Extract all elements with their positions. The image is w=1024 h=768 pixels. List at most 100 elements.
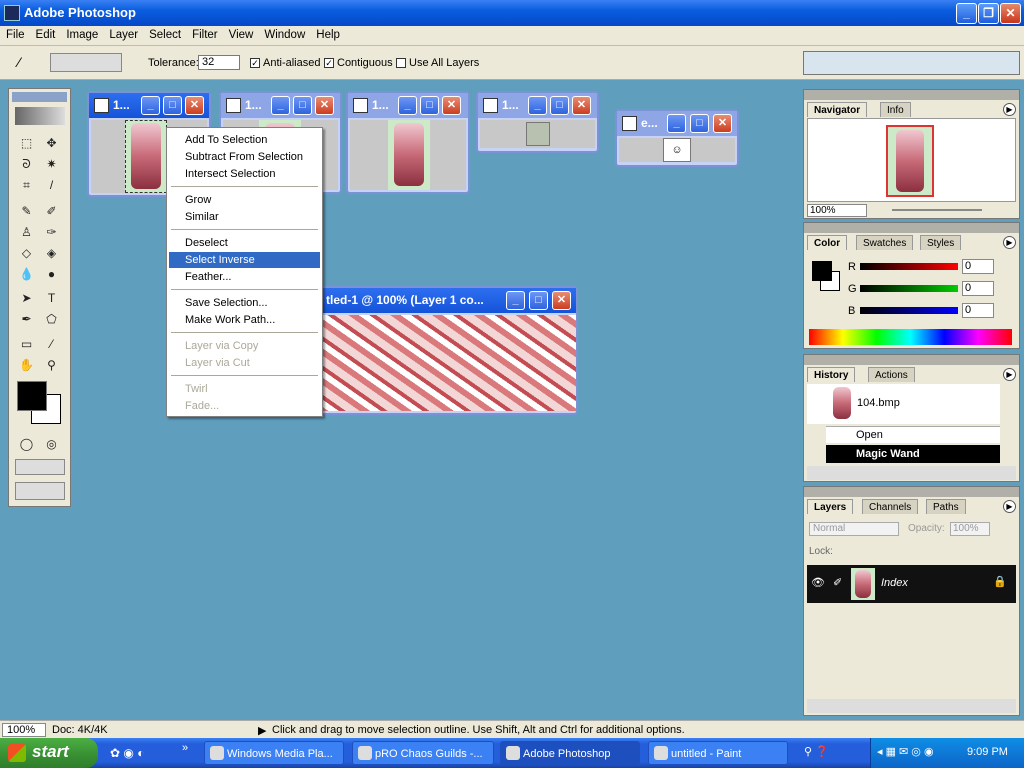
document-canvas[interactable]: ☺ bbox=[619, 138, 735, 162]
menu-item-feather[interactable]: Feather... bbox=[169, 269, 320, 285]
maximize-icon[interactable]: □ bbox=[550, 96, 569, 115]
minimize-icon[interactable]: _ bbox=[506, 291, 525, 310]
start-button[interactable]: start bbox=[0, 738, 98, 768]
menu-item-deselect[interactable]: Deselect bbox=[169, 235, 320, 251]
tab-info[interactable]: Info bbox=[880, 102, 911, 117]
document-window-3[interactable]: 1... _ □ ✕ bbox=[346, 91, 470, 194]
brush-link-icon[interactable]: ✐ bbox=[833, 576, 842, 589]
task-paint[interactable]: untitled - Paint bbox=[648, 741, 788, 765]
minimize-icon[interactable]: _ bbox=[271, 96, 290, 115]
minimize-icon[interactable]: _ bbox=[528, 96, 547, 115]
antialiased-check[interactable]: ✓ bbox=[250, 58, 260, 69]
document-titlebar[interactable]: 1... _ □ ✕ bbox=[478, 93, 597, 118]
minimize-icon[interactable]: _ bbox=[667, 114, 686, 133]
photoshop-icon[interactable] bbox=[4, 5, 20, 21]
play-arrow-icon[interactable]: ▶ bbox=[258, 724, 266, 737]
history-item-open[interactable]: Open bbox=[826, 426, 1000, 443]
close-icon[interactable]: ✕ bbox=[552, 291, 571, 310]
history-brush-icon[interactable]: ✑ bbox=[41, 222, 62, 242]
document-canvas[interactable] bbox=[480, 120, 595, 148]
maximize-icon[interactable]: □ bbox=[293, 96, 312, 115]
menu-help[interactable]: Help bbox=[310, 26, 345, 41]
paint-bucket-icon[interactable]: ◈ bbox=[41, 243, 62, 263]
navigator-preview[interactable] bbox=[807, 118, 1016, 202]
maximize-icon[interactable]: □ bbox=[690, 114, 709, 133]
document-titlebar[interactable]: tled-1 @ 100% (Layer 1 co... _ □ ✕ bbox=[302, 288, 576, 313]
history-buttons[interactable] bbox=[807, 466, 1016, 480]
palette-well[interactable] bbox=[803, 51, 1020, 75]
foreground-color-chip[interactable] bbox=[812, 261, 832, 281]
menu-item-subtract-from-selection[interactable]: Subtract From Selection bbox=[169, 149, 320, 165]
document-titlebar[interactable]: 1... _ □ ✕ bbox=[89, 93, 209, 118]
marble-texture-canvas[interactable] bbox=[304, 315, 576, 411]
eyedropper-icon[interactable]: ⁄ bbox=[41, 334, 62, 354]
quicklaunch-icons[interactable]: ✿ ◉ ◐ bbox=[110, 746, 144, 760]
menu-select[interactable]: Select bbox=[143, 26, 186, 41]
history-item-magic-wand[interactable]: Magic Wand bbox=[826, 445, 1000, 463]
channel-g-slider[interactable] bbox=[860, 285, 958, 292]
menu-edit[interactable]: Edit bbox=[30, 26, 61, 41]
menu-file[interactable]: File bbox=[0, 26, 30, 41]
menu-window[interactable]: Window bbox=[258, 26, 310, 41]
maximize-icon[interactable]: □ bbox=[529, 291, 548, 310]
document-titlebar[interactable]: 1... _ □ ✕ bbox=[348, 93, 468, 118]
quick-mask-icon[interactable]: ◎ bbox=[41, 434, 62, 454]
tab-navigator[interactable]: Navigator bbox=[807, 102, 868, 117]
notes-tool-icon[interactable]: ▭ bbox=[16, 334, 37, 354]
task-browser[interactable]: pRO Chaos Guilds -... bbox=[352, 741, 494, 765]
tab-color[interactable]: Color bbox=[807, 235, 848, 250]
document-titlebar[interactable]: e... _ □ ✕ bbox=[617, 111, 737, 136]
tray-icons[interactable]: ◂ ▦ ✉ ◎ ◉ bbox=[877, 745, 934, 758]
contiguous-checkbox[interactable]: ✓ Contiguous bbox=[324, 57, 393, 69]
menu-item-grow[interactable]: Grow bbox=[169, 192, 320, 208]
menu-item-select-inverse[interactable]: Select Inverse bbox=[169, 252, 320, 268]
language-tray-icons[interactable]: ⚲ ❓ bbox=[804, 745, 829, 758]
opacity-input[interactable]: 100% bbox=[950, 522, 990, 536]
menu-filter[interactable]: Filter bbox=[186, 26, 223, 41]
menu-item-intersect-selection[interactable]: Intersect Selection bbox=[169, 166, 320, 182]
selection-mode-buttons[interactable] bbox=[50, 53, 122, 72]
jump-to-imageready-icon[interactable] bbox=[15, 482, 65, 500]
palette-menu-icon[interactable]: ▶ bbox=[1003, 368, 1016, 381]
menu-item-add-to-selection[interactable]: Add To Selection bbox=[169, 132, 320, 148]
blur-tool-icon[interactable]: 💧 bbox=[16, 264, 37, 284]
dodge-tool-icon[interactable]: ● bbox=[41, 264, 62, 284]
tab-actions[interactable]: Actions bbox=[868, 367, 915, 382]
blend-mode-select[interactable]: Normal bbox=[809, 522, 899, 536]
zoom-slider[interactable] bbox=[892, 209, 982, 211]
magic-wand-icon[interactable]: ⁄ bbox=[18, 54, 20, 70]
eraser-tool-icon[interactable]: ◇ bbox=[16, 243, 37, 263]
antialiased-checkbox[interactable]: ✓ Anti-aliased bbox=[250, 57, 320, 69]
use-all-layers-checkbox[interactable]: Use All Layers bbox=[396, 57, 479, 69]
menu-view[interactable]: View bbox=[223, 26, 259, 41]
menu-layer[interactable]: Layer bbox=[103, 26, 143, 41]
minimize-button[interactable]: _ bbox=[956, 3, 977, 24]
menu-item-save-selection[interactable]: Save Selection... bbox=[169, 295, 320, 311]
task-windows-media-player[interactable]: Windows Media Pla... bbox=[204, 741, 344, 765]
adobe-logo-icon[interactable] bbox=[15, 107, 65, 125]
screen-mode-buttons[interactable] bbox=[15, 459, 65, 475]
palette-menu-icon[interactable]: ▶ bbox=[1003, 103, 1016, 116]
tab-channels[interactable]: Channels bbox=[862, 499, 919, 514]
pen-tool-icon[interactable]: ✒ bbox=[16, 309, 37, 329]
layer-row-index[interactable]: 👁 ✐ Index 🔒 bbox=[807, 565, 1016, 603]
color-spectrum[interactable] bbox=[809, 329, 1012, 345]
restore-button[interactable]: ❐ bbox=[978, 3, 999, 24]
channel-r-slider[interactable] bbox=[860, 263, 958, 270]
menu-image[interactable]: Image bbox=[60, 26, 103, 41]
chevron-icon[interactable]: » bbox=[182, 742, 188, 754]
tab-styles[interactable]: Styles bbox=[920, 235, 962, 250]
brush-tool-icon[interactable]: ✐ bbox=[41, 201, 62, 221]
history-snapshot[interactable]: 104.bmp bbox=[807, 384, 1000, 424]
menu-item-similar[interactable]: Similar bbox=[169, 209, 320, 225]
zoom-tool-icon[interactable]: ⚲ bbox=[41, 355, 62, 375]
task-adobe-photoshop[interactable]: Adobe Photoshop bbox=[500, 741, 640, 765]
close-icon[interactable]: ✕ bbox=[185, 96, 204, 115]
tab-layers[interactable]: Layers bbox=[807, 499, 854, 514]
document-titlebar[interactable]: 1... _ □ ✕ bbox=[221, 93, 340, 118]
tab-swatches[interactable]: Swatches bbox=[856, 235, 914, 250]
close-icon[interactable]: ✕ bbox=[572, 96, 591, 115]
palette-menu-icon[interactable]: ▶ bbox=[1003, 236, 1016, 249]
view-box[interactable] bbox=[886, 125, 934, 197]
document-window-4[interactable]: 1... _ □ ✕ bbox=[476, 91, 599, 153]
